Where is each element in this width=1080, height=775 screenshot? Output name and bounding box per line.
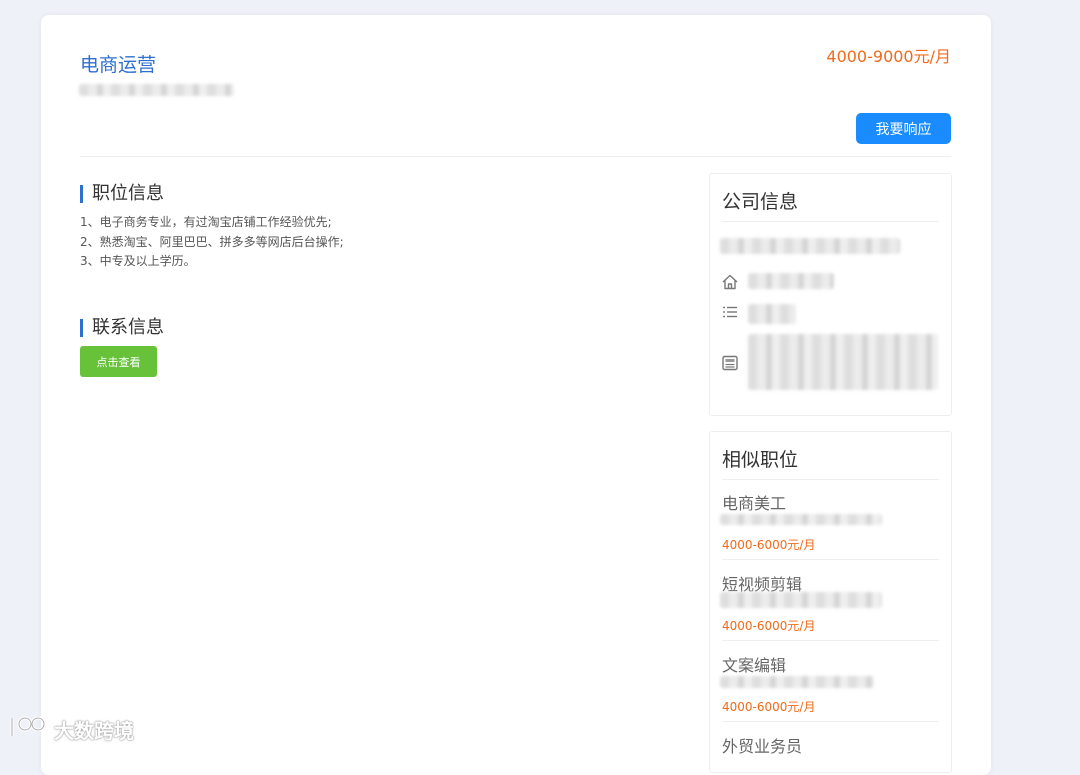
similar-jobs-title: 相似职位 (722, 449, 799, 471)
similar-job-company-blurred (720, 592, 882, 608)
respond-button[interactable]: 我要响应 (856, 113, 951, 144)
position-info-heading: 职位信息 (80, 185, 164, 203)
contact-info-heading: 联系信息 (80, 319, 164, 337)
similar-job-salary: 4000-6000元/月 (722, 700, 816, 714)
job-detail-card: 电商运营 4000-9000元/月 我要响应 职位信息 1、电子商务专业，有过淘… (41, 15, 991, 775)
job-salary: 4000-9000元/月 (826, 47, 951, 66)
similar-jobs-divider (722, 479, 939, 480)
similar-job-divider (722, 721, 939, 722)
company-name-blurred (79, 84, 234, 96)
similar-job-divider (722, 559, 939, 560)
requirement-item: 1、电子商务专业，有过淘宝店铺工作经验优先; (80, 215, 332, 229)
requirements-list: 1、电子商务专业，有过淘宝店铺工作经验优先; 2、熟悉淘宝、阿里巴巴、拼多多等网… (80, 213, 344, 272)
company-info-title: 公司信息 (722, 191, 799, 213)
company-category-blurred (748, 304, 796, 324)
job-title: 电商运营 (80, 54, 157, 76)
similar-job-title[interactable]: 电商美工 (722, 490, 786, 514)
similar-job-title[interactable]: 外贸业务员 (722, 733, 802, 757)
requirement-item: 2、熟悉淘宝、阿里巴巴、拼多多等网店后台操作; (80, 234, 344, 249)
similar-job-salary: 4000-6000元/月 (722, 538, 816, 552)
newspaper-icon (721, 354, 739, 372)
similar-job-company-blurred (720, 676, 874, 688)
similar-job-company-blurred (720, 514, 882, 525)
company-address-blurred (748, 273, 834, 289)
company-info-divider (722, 221, 939, 222)
similar-job-title[interactable]: 文案编辑 (722, 652, 786, 676)
similar-jobs-box: 相似职位 电商美工 4000-6000元/月 短视频剪辑 4000-6000元/… (709, 431, 952, 773)
home-icon (721, 273, 739, 291)
header-divider (80, 156, 951, 157)
list-icon (721, 304, 739, 322)
company-description-blurred (748, 334, 938, 390)
watermark: 大数跨境 (8, 714, 134, 745)
similar-job-divider (722, 640, 939, 641)
requirement-item: 3、中专及以上学历。 (80, 254, 196, 268)
watermark-logo-icon (8, 714, 48, 745)
watermark-text: 大数跨境 (54, 719, 134, 743)
company-name-blurred (720, 238, 900, 254)
similar-job-salary: 4000-6000元/月 (722, 619, 816, 633)
view-contact-button[interactable]: 点击查看 (80, 346, 157, 377)
company-info-box: 公司信息 (709, 173, 952, 416)
